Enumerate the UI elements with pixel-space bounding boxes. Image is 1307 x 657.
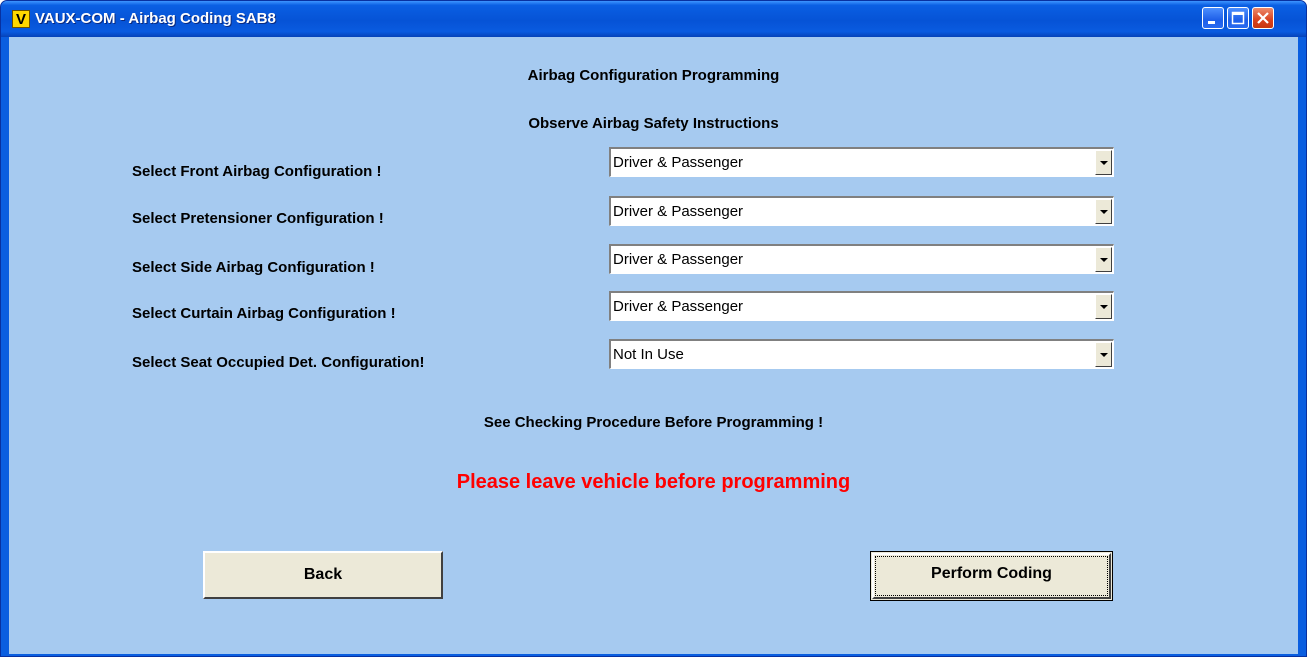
minimize-icon xyxy=(1208,21,1215,24)
page-title: Airbag Configuration Programming xyxy=(527,67,780,84)
chevron-down-icon[interactable] xyxy=(1095,150,1112,175)
side-airbag-select[interactable]: Driver & Passenger xyxy=(609,244,1114,274)
pretensioner-value: Driver & Passenger xyxy=(613,203,744,220)
front-airbag-label: Select Front Airbag Configuration ! xyxy=(132,163,382,180)
seat-occupied-label: Select Seat Occupied Det. Configuration! xyxy=(132,354,425,371)
chevron-down-icon[interactable] xyxy=(1095,199,1112,224)
seat-occupied-value: Not In Use xyxy=(613,346,684,363)
curtain-airbag-select[interactable]: Driver & Passenger xyxy=(609,291,1114,321)
minimize-button[interactable] xyxy=(1202,7,1224,29)
title-bar[interactable]: V VAUX-COM - Airbag Coding SAB8 xyxy=(1,1,1306,37)
app-icon[interactable]: V xyxy=(12,10,30,28)
checking-procedure-notice: See Checking Procedure Before Programmin… xyxy=(483,414,824,431)
leave-vehicle-warning: Please leave vehicle before programming xyxy=(456,471,851,493)
safety-instructions-heading: Observe Airbag Safety Instructions xyxy=(528,115,779,132)
chevron-down-icon[interactable] xyxy=(1095,342,1112,367)
pretensioner-label: Select Pretensioner Configuration ! xyxy=(132,210,384,227)
side-airbag-value: Driver & Passenger xyxy=(613,251,744,268)
close-button[interactable] xyxy=(1252,7,1274,29)
app-window: V VAUX-COM - Airbag Coding SAB8 Airbag C… xyxy=(0,0,1307,657)
perform-coding-button[interactable]: Perform Coding xyxy=(870,551,1113,601)
back-button[interactable]: Back xyxy=(203,551,443,599)
seat-occupied-select[interactable]: Not In Use xyxy=(609,339,1114,369)
chevron-down-icon[interactable] xyxy=(1095,294,1112,319)
front-airbag-value: Driver & Passenger xyxy=(613,154,744,171)
pretensioner-select[interactable]: Driver & Passenger xyxy=(609,196,1114,226)
chevron-down-icon[interactable] xyxy=(1095,247,1112,272)
front-airbag-select[interactable]: Driver & Passenger xyxy=(609,147,1114,177)
side-airbag-label: Select Side Airbag Configuration ! xyxy=(132,259,375,276)
maximize-button[interactable] xyxy=(1227,7,1249,29)
window-title: VAUX-COM - Airbag Coding SAB8 xyxy=(35,10,276,27)
maximize-icon xyxy=(1231,11,1245,25)
client-area: Airbag Configuration Programming Observe… xyxy=(9,37,1298,654)
curtain-airbag-label: Select Curtain Airbag Configuration ! xyxy=(132,305,396,322)
perform-coding-label: Perform Coding xyxy=(931,565,1052,582)
close-icon xyxy=(1257,12,1269,24)
curtain-airbag-value: Driver & Passenger xyxy=(613,298,744,315)
